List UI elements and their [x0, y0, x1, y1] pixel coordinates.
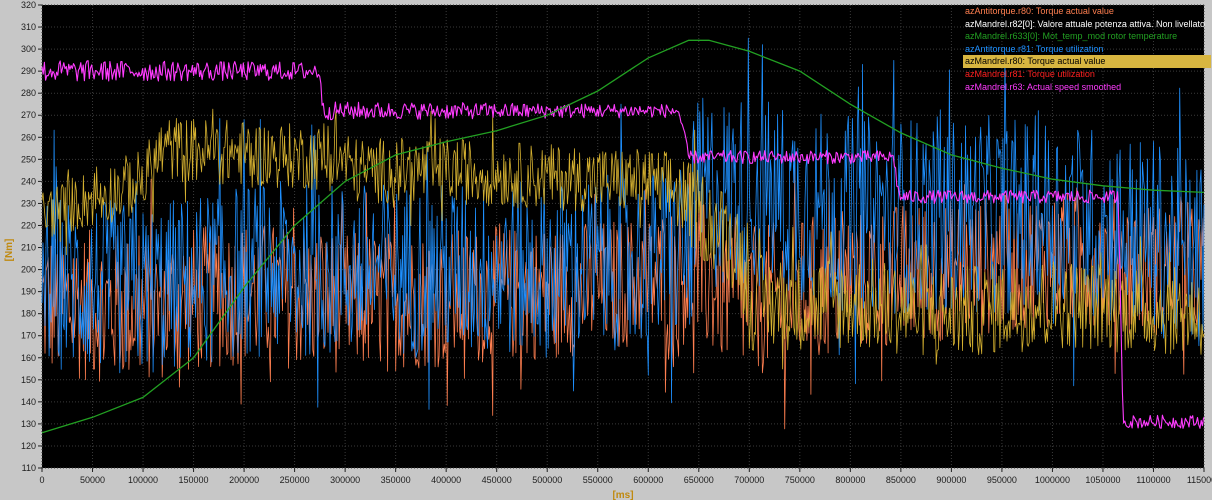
- x-tick-label: 1150000: [1187, 475, 1212, 485]
- x-tick-label: 800000: [835, 475, 865, 485]
- y-tick-label: 210: [21, 243, 36, 253]
- legend: azAntitorque.r80: Torque actual value azM…: [963, 5, 1211, 93]
- x-tick-label: 650000: [684, 475, 714, 485]
- x-tick-label: 700000: [734, 475, 764, 485]
- y-tick-label: 120: [21, 441, 36, 451]
- x-tick-label: 150000: [179, 475, 209, 485]
- y-tick-label: 240: [21, 176, 36, 186]
- x-tick-label: 1000000: [1035, 475, 1070, 485]
- x-tick-label: 200000: [229, 475, 259, 485]
- y-tick-label: 270: [21, 110, 36, 120]
- x-tick-label: 250000: [280, 475, 310, 485]
- x-tick-label: 100000: [128, 475, 158, 485]
- legend-item[interactable]: azMandrel.r81: Torque utilization: [963, 68, 1211, 81]
- x-tick-label: 350000: [381, 475, 411, 485]
- x-tick-label: 550000: [583, 475, 613, 485]
- legend-item[interactable]: azMandrel.r63: Actual speed smoothed: [963, 81, 1211, 94]
- y-tick-label: 160: [21, 353, 36, 363]
- x-tick-label: 850000: [886, 475, 916, 485]
- x-tick-label: 600000: [633, 475, 663, 485]
- y-tick-label: 300: [21, 44, 36, 54]
- y-tick-label: 230: [21, 198, 36, 208]
- y-tick-label: 310: [21, 22, 36, 32]
- x-tick-label: 500000: [532, 475, 562, 485]
- y-tick-label: 190: [21, 287, 36, 297]
- legend-item[interactable]: azAntitorque.r80: Torque actual value: [963, 5, 1211, 18]
- y-tick-label: 140: [21, 397, 36, 407]
- x-tick-label: 1050000: [1085, 475, 1120, 485]
- legend-item[interactable]: azMandrel.r633[0]: Mot_temp_mod rotor te…: [963, 30, 1211, 43]
- x-tick-label: 450000: [482, 475, 512, 485]
- x-tick-label: 750000: [785, 475, 815, 485]
- y-tick-label: 170: [21, 331, 36, 341]
- y-tick-label: 290: [21, 66, 36, 76]
- y-tick-label: 200: [21, 265, 36, 275]
- x-tick-label: 1100000: [1136, 475, 1170, 485]
- x-tick-label: 900000: [936, 475, 966, 485]
- y-tick-label: 130: [21, 419, 36, 429]
- chart-window: 110 120 130 140 150 160 170 180 190 200 210 220 230 2…: [0, 0, 1212, 500]
- legend-item[interactable]: azMandrel.r80: Torque actual value: [963, 55, 1211, 68]
- y-tick-label: 280: [21, 88, 36, 98]
- y-tick-label: 250: [21, 154, 36, 164]
- y-tick-label: 180: [21, 309, 36, 319]
- x-axis-title: [ms]: [612, 490, 633, 500]
- x-tick-label: 50000: [80, 475, 105, 485]
- y-tick-label: 220: [21, 220, 36, 230]
- x-tick-label: 950000: [987, 475, 1017, 485]
- y-tick-label: 150: [21, 375, 36, 385]
- y-tick-label: 110: [22, 463, 36, 473]
- y-tick-label: 260: [21, 132, 36, 142]
- x-tick-label: 400000: [431, 475, 461, 485]
- x-tick-label: 0: [39, 475, 44, 485]
- x-tick-label: 300000: [330, 475, 360, 485]
- legend-item[interactable]: azAntitorque.r81: Torque utilization: [963, 43, 1211, 56]
- legend-item[interactable]: azMandrel.r82[0]: Valore attuale potenza…: [963, 18, 1211, 31]
- y-tick-label: 320: [21, 0, 36, 10]
- y-axis-title: [Nm]: [4, 239, 15, 262]
